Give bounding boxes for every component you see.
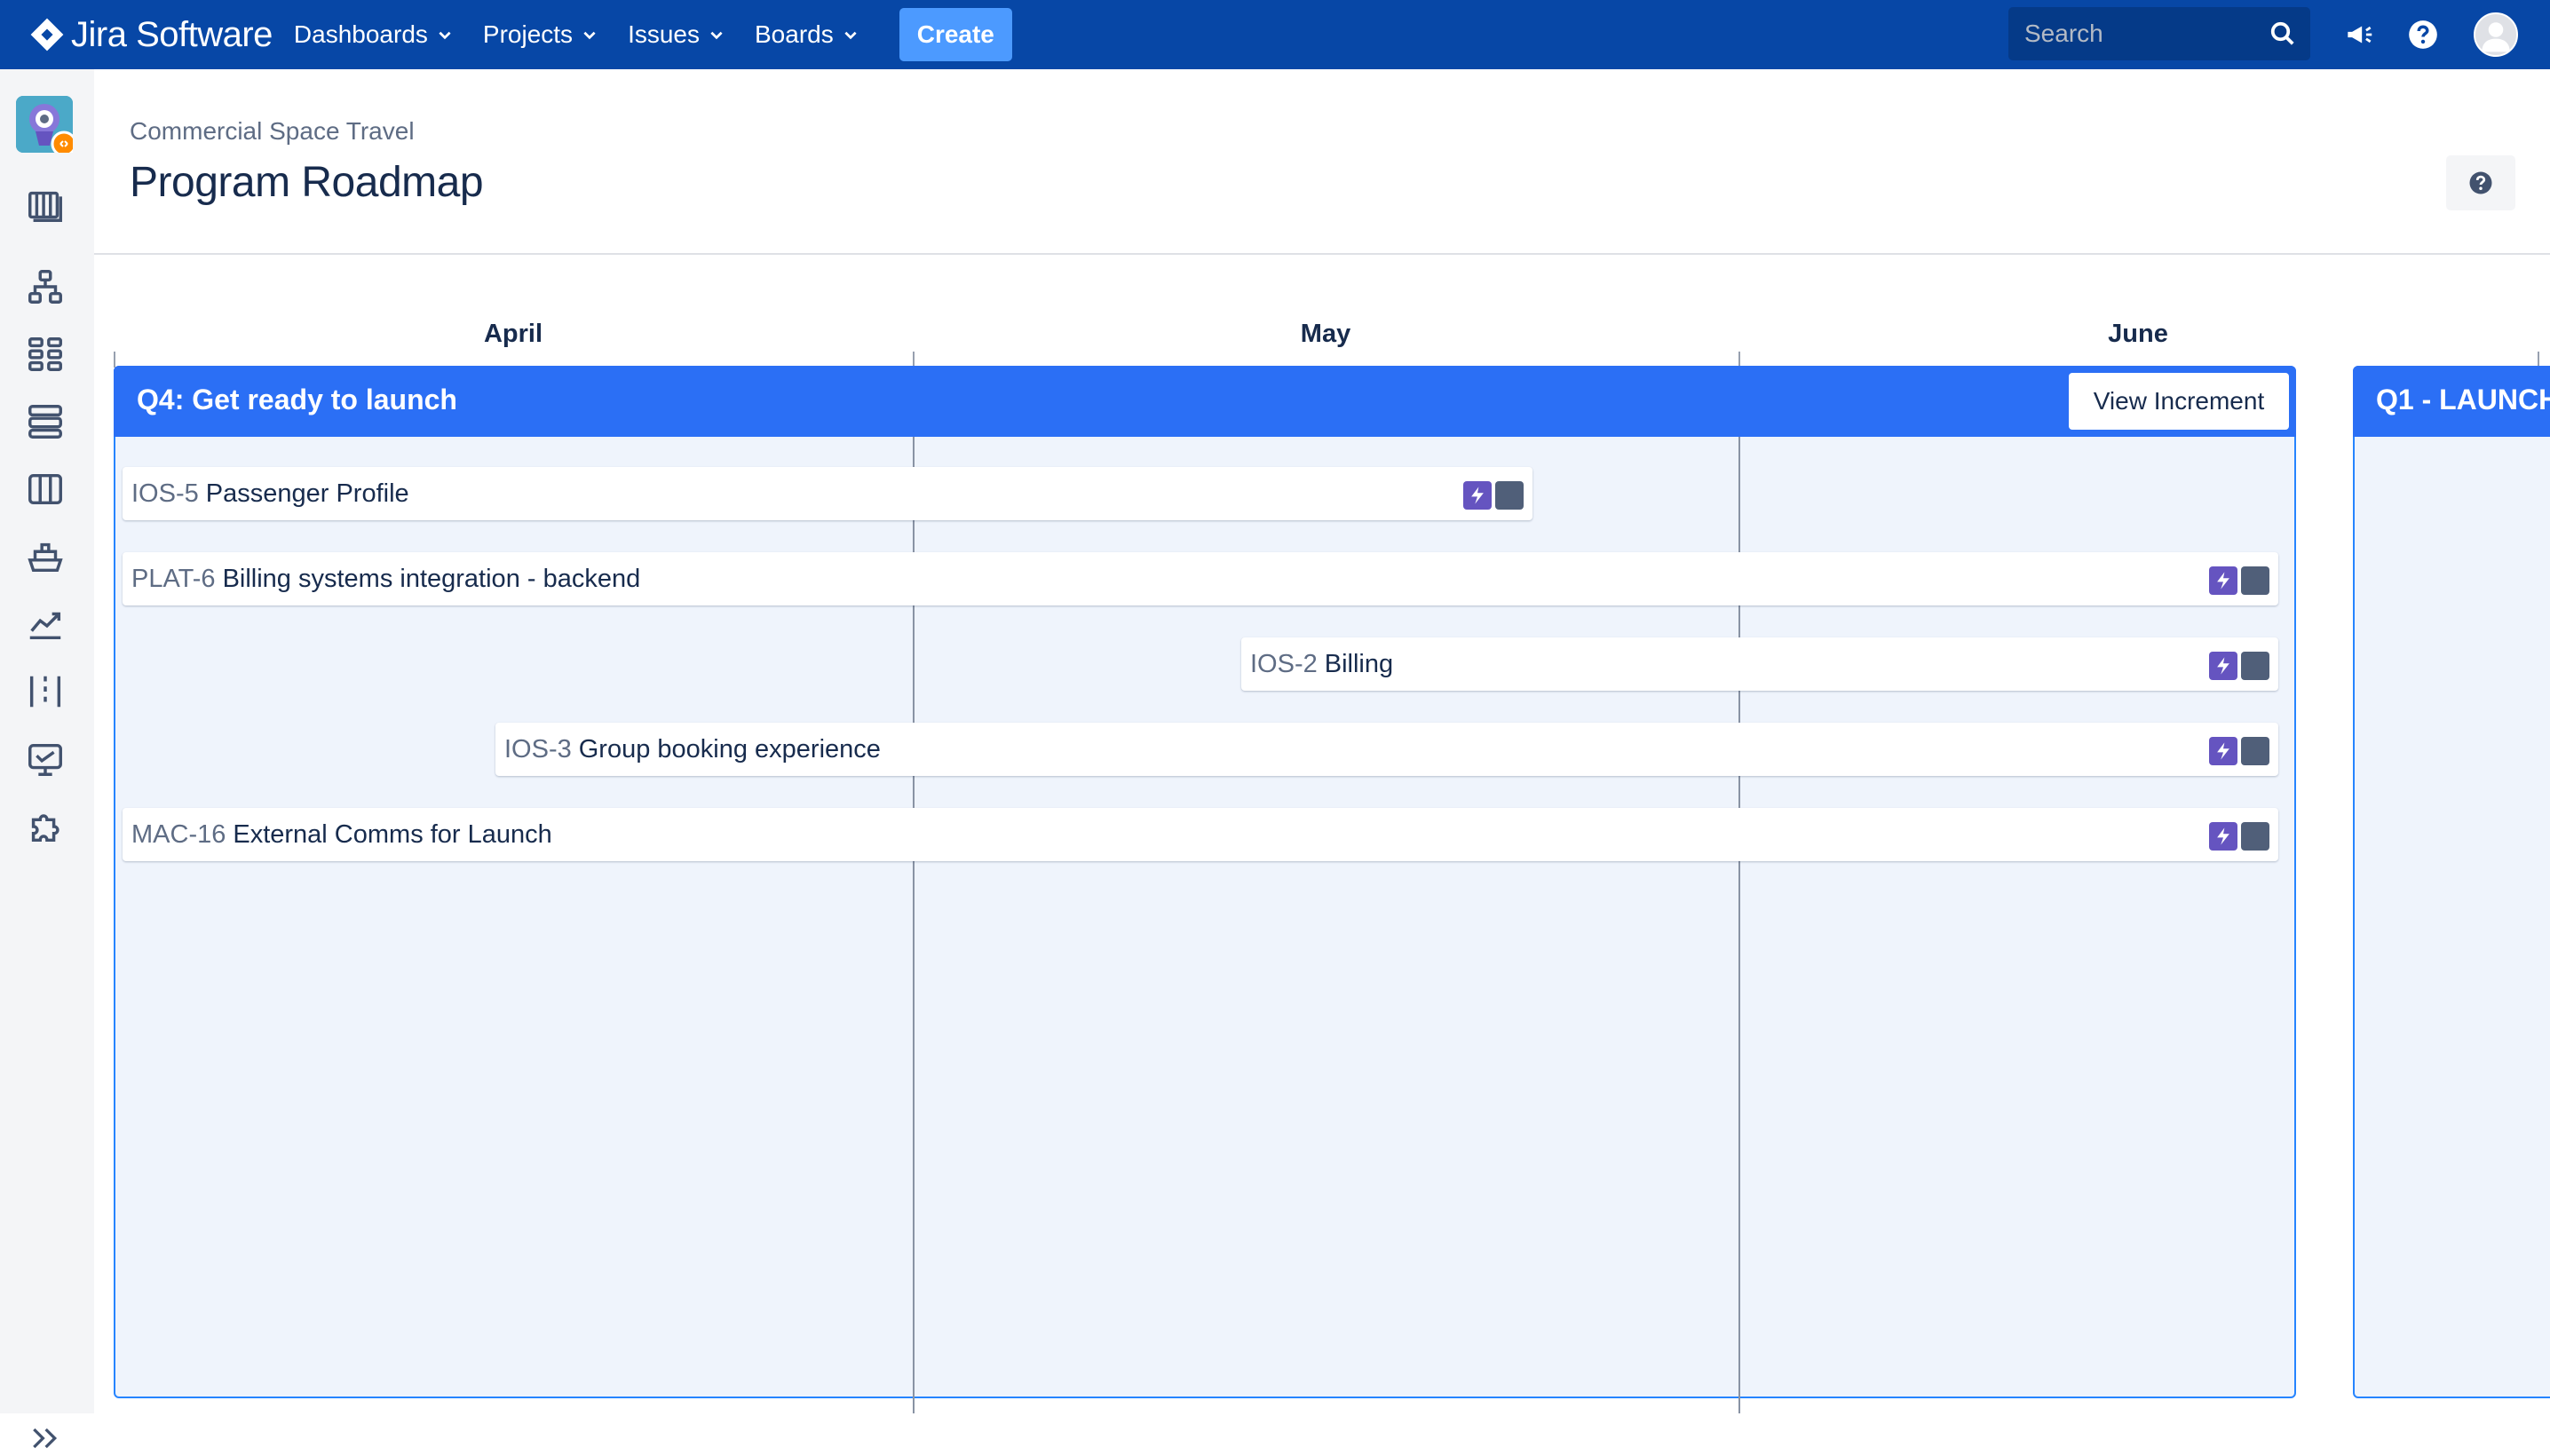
- month-may: May: [1300, 320, 1351, 348]
- feature-bar[interactable]: MAC-16 External Comms for Launch: [123, 808, 2278, 861]
- feature-key: IOS-5: [131, 479, 199, 508]
- timeline-tick: [114, 352, 115, 368]
- user-avatar[interactable]: [2474, 12, 2518, 57]
- notifications-megaphone-icon[interactable]: [2342, 18, 2376, 51]
- expand-sidebar-icon[interactable]: [27, 1420, 62, 1456]
- feature-summary: Group booking experience: [578, 734, 881, 764]
- nav-projects[interactable]: Projects: [483, 20, 598, 49]
- status-badge: [2241, 652, 2269, 680]
- apps-grid-icon[interactable]: [25, 334, 66, 375]
- nav-issues-label: Issues: [628, 20, 700, 48]
- header-divider: [94, 253, 2550, 255]
- feature-bar[interactable]: IOS-2 Billing: [1241, 637, 2278, 691]
- search-icon: [2270, 21, 2294, 45]
- jira-logo[interactable]: Jira Software: [28, 15, 273, 55]
- chevron-down-icon: [710, 31, 723, 40]
- month-june: June: [2108, 320, 2168, 348]
- epic-lightning-icon: [2209, 652, 2237, 680]
- program-board-icon[interactable]: [25, 671, 66, 712]
- rocket-avatar-icon: [16, 96, 77, 157]
- view-increment-button[interactable]: View Increment: [2069, 373, 2289, 430]
- addons-puzzle-icon[interactable]: [25, 806, 66, 847]
- user-silhouette-icon: [2482, 22, 2510, 52]
- nav-dashboards[interactable]: Dashboards: [294, 20, 453, 49]
- nav-boards-label: Boards: [755, 20, 834, 48]
- nav-projects-label: Projects: [482, 20, 574, 48]
- breadcrumb[interactable]: Commercial Space Travel: [130, 117, 415, 146]
- nav-issues[interactable]: Issues: [628, 20, 725, 49]
- month-april: April: [483, 320, 543, 348]
- increment-title[interactable]: Q4: Get ready to launch: [137, 384, 457, 416]
- project-sidebar: [0, 69, 94, 1449]
- increment-q4-body: [114, 366, 2296, 1398]
- page-help-button[interactable]: [2446, 155, 2515, 210]
- jira-diamond-icon: [30, 18, 64, 51]
- chevron-down-icon: [439, 31, 451, 40]
- search-input[interactable]: [2024, 20, 2255, 48]
- deployments-monitor-icon[interactable]: [25, 739, 66, 779]
- feature-summary: External Comms for Launch: [233, 819, 552, 849]
- chevron-down-icon: [844, 31, 857, 40]
- search-box[interactable]: [2008, 7, 2310, 60]
- top-navigation: Jira Software Dashboards Projects Issues…: [0, 0, 2550, 69]
- increment-q1-body: [2353, 366, 2550, 1398]
- feature-summary: Passenger Profile: [205, 479, 409, 508]
- releases-ship-icon[interactable]: [25, 536, 66, 577]
- status-badge: [1495, 481, 1524, 510]
- status-badge: [2241, 566, 2269, 595]
- feature-summary: Billing: [1324, 649, 1394, 678]
- feature-bar[interactable]: IOS-3 Group booking experience: [495, 723, 2278, 776]
- feature-key: IOS-3: [504, 734, 572, 764]
- board-icon[interactable]: [25, 469, 66, 510]
- project-avatar[interactable]: [16, 96, 77, 157]
- roadmap-icon[interactable]: [25, 185, 66, 226]
- backlog-icon[interactable]: [25, 401, 66, 442]
- increment-title[interactable]: Q1 - LAUNCH: [2376, 384, 2550, 416]
- epic-lightning-icon: [2209, 566, 2237, 595]
- help-icon[interactable]: [2406, 18, 2440, 51]
- nav-boards[interactable]: Boards: [755, 20, 859, 49]
- reports-chart-icon[interactable]: [25, 604, 66, 645]
- feature-bar[interactable]: IOS-5 Passenger Profile: [123, 467, 1532, 520]
- feature-key: MAC-16: [131, 819, 226, 849]
- app-name: Jira Software: [71, 14, 273, 54]
- status-badge: [2241, 822, 2269, 851]
- feature-summary: Billing systems integration - backend: [222, 564, 641, 593]
- feature-key: IOS-2: [1250, 649, 1318, 678]
- nav-dashboards-label: Dashboards: [293, 20, 428, 48]
- feature-bar[interactable]: PLAT-6 Billing systems integration - bac…: [123, 552, 2278, 605]
- epic-lightning-icon: [2209, 737, 2237, 765]
- create-button[interactable]: Create: [899, 8, 1012, 61]
- page-title: Program Roadmap: [130, 159, 484, 206]
- help-icon: [2469, 171, 2492, 194]
- hierarchy-icon[interactable]: [25, 266, 66, 307]
- status-badge: [2241, 737, 2269, 765]
- feature-key: PLAT-6: [131, 564, 216, 593]
- chevron-down-icon: [583, 31, 596, 40]
- epic-lightning-icon: [2209, 822, 2237, 851]
- epic-lightning-icon: [1463, 481, 1492, 510]
